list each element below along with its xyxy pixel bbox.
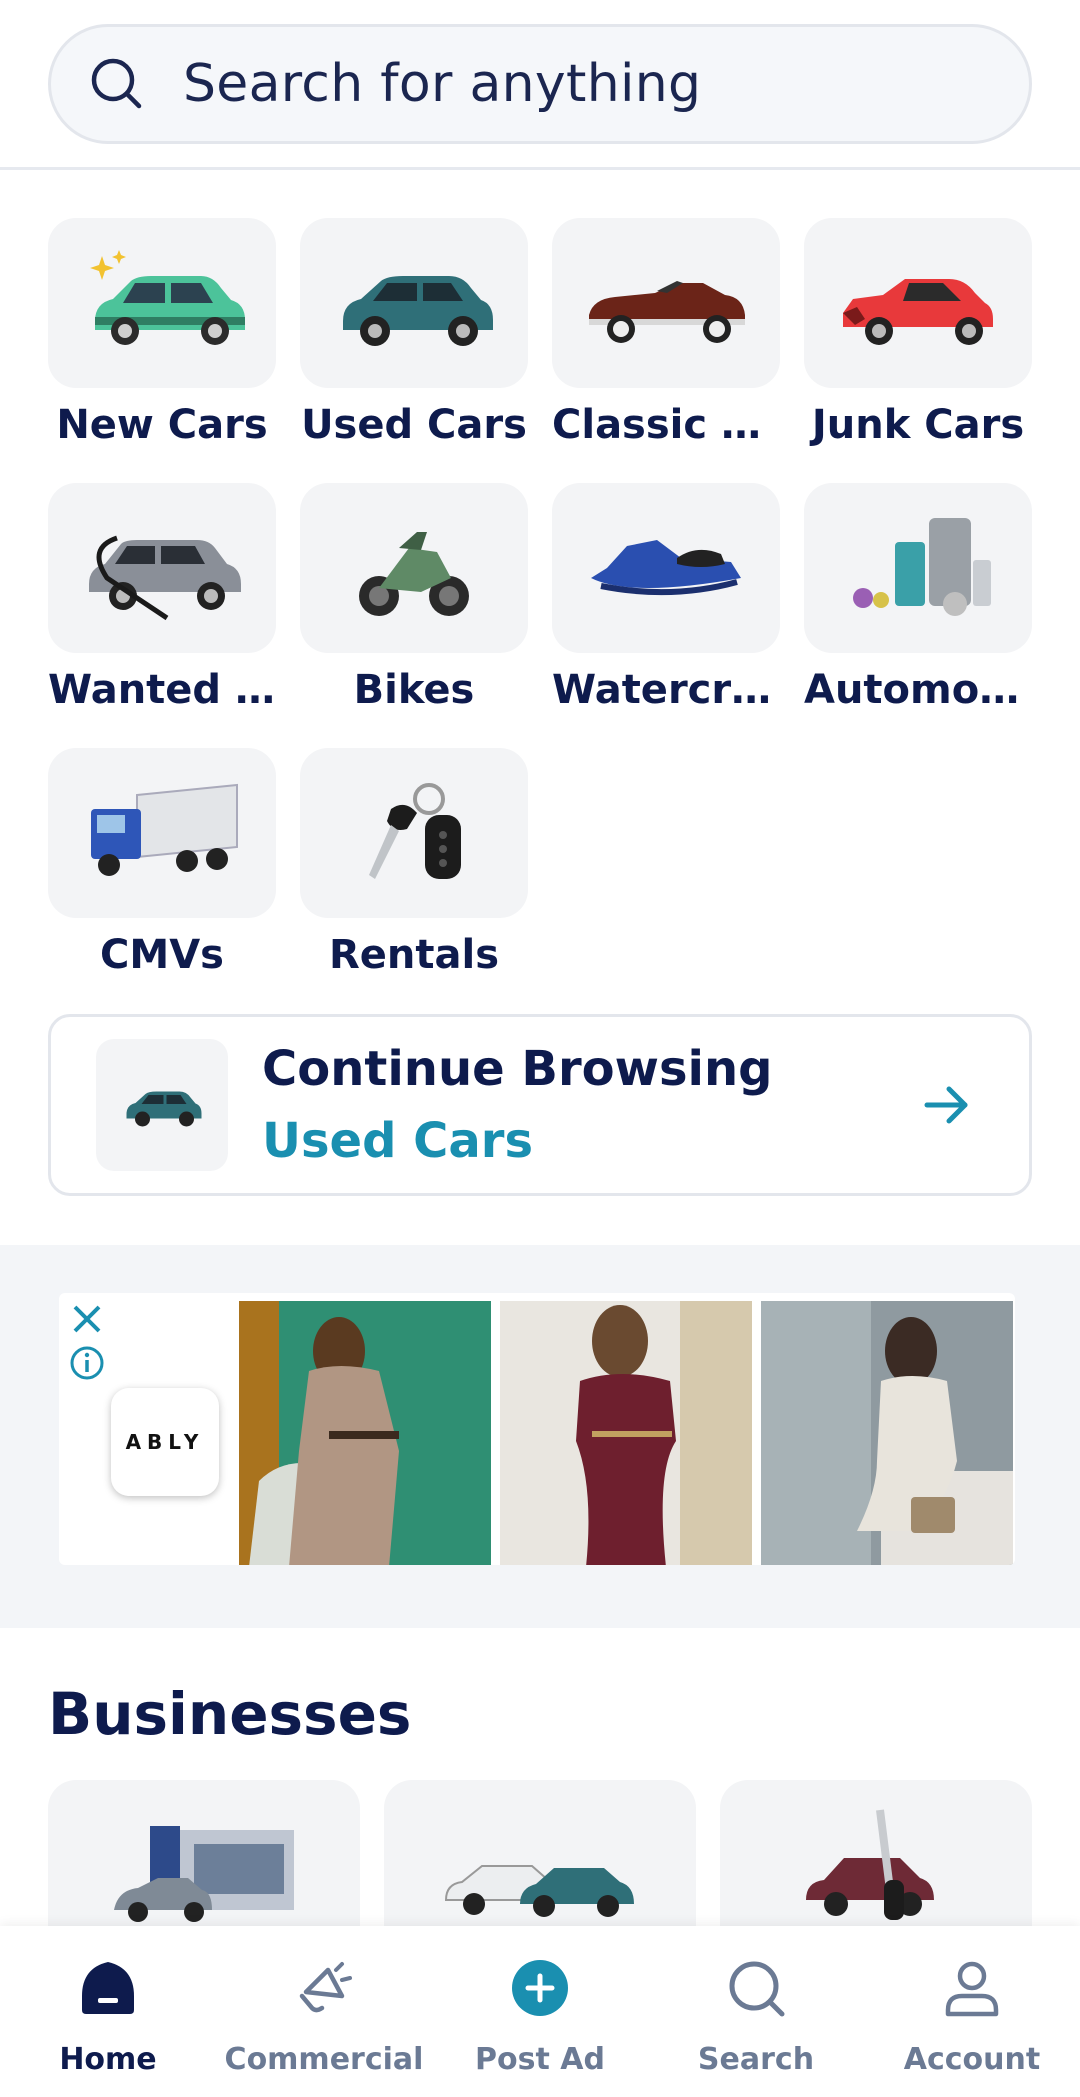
search-placeholder: Search for anything: [183, 54, 702, 114]
user-icon: [945, 1961, 999, 2017]
business-card[interactable]: [720, 1780, 1032, 1930]
truck-icon: [91, 783, 238, 876]
info-icon[interactable]: [69, 1345, 105, 1381]
bike-icon: [359, 532, 469, 616]
bottom-navigation: Home Commercial Post Ad Search Account: [0, 1926, 1080, 2097]
nav-label: Search: [697, 2042, 815, 2077]
category-rentals[interactable]: Rentals: [300, 748, 528, 978]
category-label: New Cars: [56, 402, 268, 448]
junk-car-icon: [843, 279, 993, 345]
nav-label: Post Ad: [475, 2042, 605, 2077]
continue-thumbnail: [96, 1039, 228, 1171]
nav-home[interactable]: Home: [0, 1926, 216, 2097]
category-tile: [48, 218, 276, 388]
search-icon: [729, 1961, 785, 2017]
nav-post-ad[interactable]: Post Ad: [432, 1926, 648, 2097]
used-car-icon: [343, 276, 493, 346]
ad-card[interactable]: ABLY: [59, 1293, 1015, 1565]
close-icon[interactable]: [69, 1301, 105, 1337]
category-grid: New Cars Used Cars Classic Cars: [48, 218, 1032, 978]
category-tile: [300, 218, 528, 388]
category-automotive[interactable]: Automoti...: [804, 483, 1032, 713]
business-card[interactable]: [384, 1780, 696, 1930]
new-car-icon: [90, 250, 245, 345]
nav-commercial[interactable]: Commercial: [216, 1926, 432, 2097]
category-tile: [300, 748, 528, 918]
business-card[interactable]: [48, 1780, 360, 1930]
search-icon: [91, 58, 142, 109]
nav-account[interactable]: Account: [864, 1926, 1080, 2097]
car-key-rental-icon: [806, 1809, 934, 1920]
nav-search[interactable]: Search: [648, 1926, 864, 2097]
ad-photo: [239, 1301, 491, 1565]
nav-label: Commercial: [224, 2042, 424, 2077]
category-tile: [552, 483, 780, 653]
category-label: Wanted C...: [48, 667, 276, 713]
car-keys-icon: [369, 783, 461, 879]
search-bar[interactable]: Search for anything: [48, 24, 1032, 144]
category-cmvs[interactable]: CMVs: [48, 748, 276, 978]
ad-photo: [761, 1301, 1013, 1565]
businesses-title: Businesses: [48, 1680, 412, 1748]
category-label: Automoti...: [804, 667, 1032, 713]
category-tile: [300, 483, 528, 653]
category-label: CMVs: [100, 932, 224, 978]
category-label: Junk Cars: [811, 402, 1025, 448]
category-label: Bikes: [353, 667, 475, 713]
automotive-parts-icon: [853, 518, 991, 616]
category-label: Used Cars: [301, 402, 527, 448]
watercraft-icon: [591, 540, 741, 596]
used-car-icon: [126, 1091, 202, 1127]
category-bikes[interactable]: Bikes: [300, 483, 528, 713]
search-header: Search for anything: [0, 0, 1080, 170]
continue-title: Continue Browsing: [262, 1041, 773, 1097]
continue-subtitle: Used Cars: [262, 1113, 534, 1169]
home-icon: [82, 1962, 134, 2014]
category-junk-cars[interactable]: Junk Cars: [804, 218, 1032, 448]
category-tile: [48, 483, 276, 653]
nav-label: Account: [903, 2042, 1041, 2077]
category-classic-cars[interactable]: Classic Cars: [552, 218, 780, 448]
ad-banner-section: ABLY: [0, 1245, 1080, 1628]
dealership-icon: [114, 1826, 294, 1922]
nav-label: Home: [59, 2042, 157, 2077]
ad-brand-logo: ABLY: [111, 1388, 219, 1496]
megaphone-icon: [299, 1962, 352, 2013]
ad-photo: [500, 1301, 752, 1565]
category-watercraft[interactable]: Watercraft: [552, 483, 780, 713]
category-label: Rentals: [328, 932, 500, 978]
car-lot-icon: [444, 1865, 634, 1917]
wanted-car-icon: [89, 535, 241, 621]
category-tile: [804, 218, 1032, 388]
category-label: Watercraft: [552, 667, 780, 713]
arrow-right-icon: [924, 1086, 968, 1124]
category-used-cars[interactable]: Used Cars: [300, 218, 528, 448]
continue-browsing-card[interactable]: Continue Browsing Used Cars: [48, 1014, 1032, 1196]
plus-circle-icon: [512, 1960, 568, 2016]
category-tile: [48, 748, 276, 918]
category-wanted-cars[interactable]: Wanted C...: [48, 483, 276, 713]
category-label: Classic Cars: [552, 402, 780, 448]
classic-car-icon: [589, 281, 745, 343]
category-new-cars[interactable]: New Cars: [48, 218, 276, 448]
category-tile: [552, 218, 780, 388]
category-tile: [804, 483, 1032, 653]
businesses-row: [48, 1780, 1032, 1930]
